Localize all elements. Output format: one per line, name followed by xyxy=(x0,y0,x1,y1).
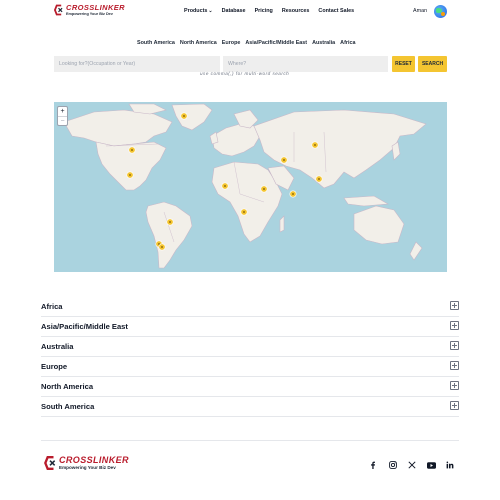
landmass-new-zealand xyxy=(409,241,423,261)
tab-south-america[interactable]: South America xyxy=(137,40,175,46)
zoom-out-button[interactable]: − xyxy=(58,116,67,125)
location-search-input[interactable] xyxy=(223,56,388,72)
tab-europe[interactable]: Europe xyxy=(222,40,241,46)
brand-logo[interactable]: CROSSLINKER Empowering Your Biz Dev xyxy=(54,4,125,16)
header: CROSSLINKER Empowering Your Biz Dev Prod… xyxy=(0,0,500,24)
nav-contact-sales[interactable]: Contact Sales xyxy=(318,8,354,14)
region-tabs: South America North America Europe Asia/… xyxy=(137,40,355,46)
landmass-europe xyxy=(211,123,261,157)
youtube-icon[interactable] xyxy=(425,459,437,471)
landmass-north-america-north xyxy=(63,109,173,147)
landmass-south-america xyxy=(145,201,193,269)
accordion-europe[interactable]: Europe xyxy=(41,357,459,377)
page: CROSSLINKER Empowering Your Biz Dev Prod… xyxy=(0,0,500,500)
map-marker[interactable]: Central China xyxy=(311,141,319,149)
accordion-label: Europe xyxy=(41,362,68,371)
tab-north-america[interactable]: North America xyxy=(180,40,217,46)
accordion-africa[interactable]: Africa xyxy=(41,297,459,317)
zoom-in-button[interactable]: + xyxy=(58,107,67,116)
map-marker[interactable]: North Africa xyxy=(221,182,229,190)
search-button[interactable]: SEARCH xyxy=(418,56,447,72)
facebook-icon[interactable] xyxy=(367,459,379,471)
crosslinker-logo-icon xyxy=(54,4,63,16)
accordion-label: South America xyxy=(41,402,95,411)
expand-plus-icon[interactable] xyxy=(450,301,459,310)
accordion-south-america[interactable]: South America xyxy=(41,397,459,417)
nav-products-label: Products xyxy=(184,8,208,14)
accordion-north-america[interactable]: North America xyxy=(41,377,459,397)
globe-icon[interactable] xyxy=(434,5,447,18)
footer-brand-logo[interactable]: CROSSLINKER Empowering Your Biz Dev xyxy=(44,456,129,471)
accordion-label: North America xyxy=(41,382,94,391)
map-marker[interactable]: Brazil xyxy=(166,218,174,226)
footer-brand-name: CROSSLINKER xyxy=(59,455,129,465)
main-nav: Products⌄ Database Pricing Resources Con… xyxy=(184,8,354,14)
linkedin-icon[interactable] xyxy=(444,459,456,471)
landmass-madagascar xyxy=(279,215,285,233)
nav-pricing[interactable]: Pricing xyxy=(255,8,273,14)
map-marker[interactable]: East Asia xyxy=(315,175,323,183)
expand-plus-icon[interactable] xyxy=(450,381,459,390)
tab-australia[interactable]: Australia xyxy=(312,40,335,46)
world-map[interactable]: Greenland Western Canada United States Cent… xyxy=(54,102,447,272)
map-marker[interactable]: Middle East xyxy=(260,185,268,193)
map-marker[interactable]: Central Africa xyxy=(240,208,248,216)
brand-name: CROSSLINKER xyxy=(66,3,125,12)
map-marker[interactable]: India xyxy=(289,190,297,198)
map-marker[interactable]: Greenland xyxy=(180,112,188,120)
occupation-search-input[interactable] xyxy=(54,56,220,72)
brand-tagline: Empowering Your Biz Dev xyxy=(66,11,113,16)
zoom-control: + − xyxy=(57,106,68,126)
crosslinker-logo-icon xyxy=(44,456,56,471)
footer-brand-tagline: Empowering Your Biz Dev xyxy=(59,465,116,470)
chevron-down-icon: ⌄ xyxy=(208,8,213,14)
instagram-icon[interactable] xyxy=(387,459,399,471)
landmass-australia xyxy=(353,205,405,245)
expand-plus-icon[interactable] xyxy=(450,341,459,350)
search-hint: use comma(,) for multi-word search xyxy=(200,71,290,76)
accordion-asia-pacific-middle-east[interactable]: Asia/Pacific/Middle East xyxy=(41,317,459,337)
accordion-label: Australia xyxy=(41,342,74,351)
expand-plus-icon[interactable] xyxy=(450,401,459,410)
reset-button[interactable]: RESET xyxy=(392,56,415,72)
map-marker[interactable]: United States xyxy=(126,171,134,179)
tab-africa[interactable]: Africa xyxy=(340,40,355,46)
tab-asia-pacific-middle-east[interactable]: Asia/Pacific/Middle East xyxy=(245,40,307,46)
nav-products[interactable]: Products⌄ xyxy=(184,8,213,14)
accordion-australia[interactable]: Australia xyxy=(41,337,459,357)
landmass-indonesia xyxy=(343,195,389,207)
footer-divider xyxy=(41,440,459,441)
accordion-label: Africa xyxy=(41,302,63,311)
nav-resources[interactable]: Resources xyxy=(282,8,310,14)
expand-plus-icon[interactable] xyxy=(450,361,459,370)
accordion-label: Asia/Pacific/Middle East xyxy=(41,322,128,331)
expand-plus-icon[interactable] xyxy=(450,321,459,330)
x-twitter-icon[interactable] xyxy=(406,459,418,471)
world-map-canvas: Greenland Western Canada United States Cent… xyxy=(63,103,427,269)
user-name[interactable]: Aman xyxy=(413,8,427,14)
nav-database[interactable]: Database xyxy=(222,8,246,14)
map-marker[interactable]: Western Canada xyxy=(128,146,136,154)
map-marker[interactable]: Argentina xyxy=(158,243,166,251)
map-marker[interactable]: Central Asia xyxy=(280,156,288,164)
landmass-greenland xyxy=(171,103,213,131)
